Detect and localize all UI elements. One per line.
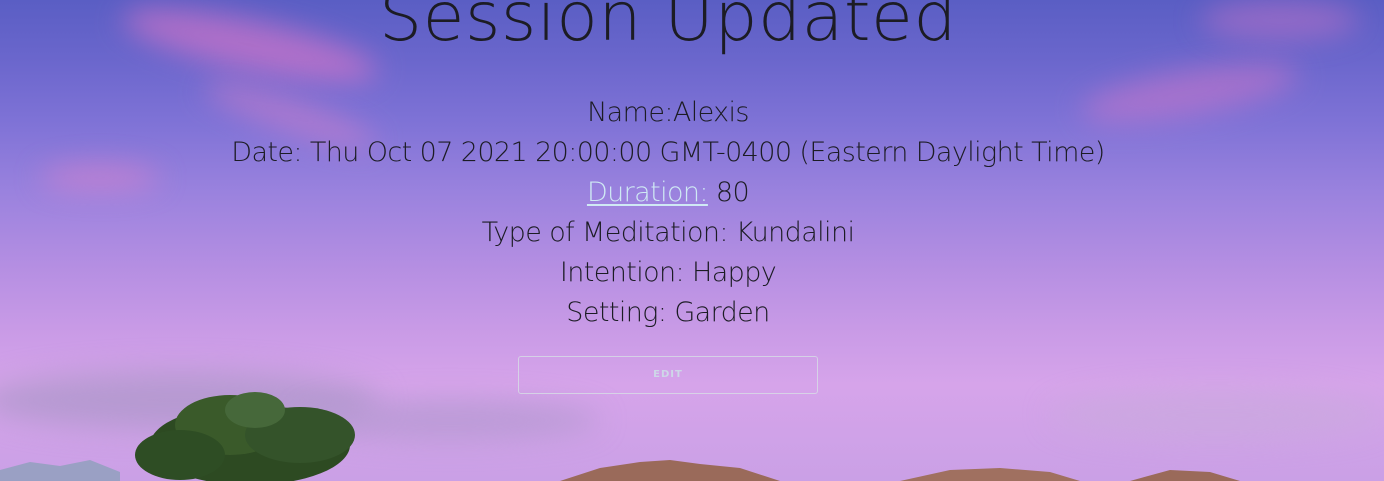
intention-label: Intention:	[559, 257, 685, 288]
setting-row: Setting: Garden	[0, 297, 1336, 328]
name-row: Name:Alexis	[0, 97, 1336, 128]
session-summary: Session Updated Name:Alexis Date: Thu Oc…	[0, 0, 1384, 481]
meditation-type-value: Kundalini	[735, 217, 855, 248]
date-label: Date:	[231, 137, 302, 168]
edit-button[interactable]: EDIT	[518, 356, 818, 394]
name-label: Name:	[587, 97, 673, 128]
date-row: Date: Thu Oct 07 2021 20:00:00 GMT-0400 …	[0, 137, 1336, 168]
name-value: Alexis	[672, 97, 750, 128]
meditation-type-label: Type of Meditation:	[481, 217, 729, 248]
setting-label: Setting:	[566, 297, 667, 328]
page-title: Session Updated	[379, 0, 957, 57]
date-value: Thu Oct 07 2021 20:00:00 GMT-0400 (Easte…	[309, 137, 1105, 168]
duration-value: 80	[715, 177, 750, 208]
intention-value: Happy	[692, 257, 777, 288]
duration-row: Duration: 80	[0, 177, 1336, 208]
intention-row: Intention: Happy	[0, 257, 1336, 288]
setting-value: Garden	[674, 297, 770, 328]
meditation-type-row: Type of Meditation: Kundalini	[0, 217, 1336, 248]
duration-link[interactable]: Duration:	[587, 177, 709, 208]
